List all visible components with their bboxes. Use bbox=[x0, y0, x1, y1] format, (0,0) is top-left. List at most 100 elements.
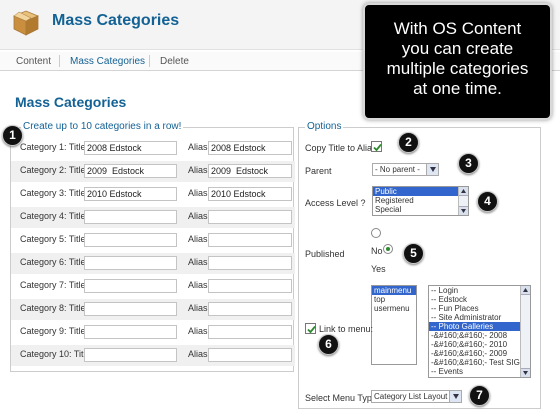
callout-box: With OS Content you can create multiple … bbox=[363, 3, 552, 120]
published-yes-label: Yes bbox=[371, 264, 386, 274]
menus-listbox[interactable]: mainmenu top usermenu bbox=[371, 285, 417, 365]
category-alias-input[interactable] bbox=[208, 325, 292, 339]
alias-label: Alias: bbox=[188, 188, 211, 198]
access-option[interactable]: Registered bbox=[373, 196, 468, 205]
category-title-input[interactable] bbox=[84, 325, 177, 339]
access-option[interactable]: Public bbox=[373, 187, 468, 196]
category-row: Category 1: Title: Alias: bbox=[11, 138, 295, 159]
category-title-input[interactable] bbox=[84, 210, 177, 224]
submenu-item-mass-categories[interactable]: Mass Categories bbox=[70, 56, 145, 67]
published-label: Published bbox=[305, 249, 345, 259]
callout-line: at one time. bbox=[413, 79, 502, 98]
submenu-item-content[interactable]: Content bbox=[16, 56, 51, 67]
category-alias-input[interactable] bbox=[208, 164, 292, 178]
menu-item-option[interactable]: -- Photo Galleries bbox=[429, 322, 530, 331]
category-title-label: Category 7: Title: bbox=[20, 280, 89, 290]
alias-label: Alias: bbox=[188, 142, 211, 152]
parent-select[interactable]: - No parent - bbox=[372, 163, 439, 176]
category-title-label: Category 5: Title: bbox=[20, 234, 89, 244]
category-alias-input[interactable] bbox=[208, 141, 292, 155]
checkmark-icon bbox=[307, 325, 316, 334]
category-title-label: Category 1: Title: bbox=[20, 142, 89, 152]
menu-items-scrollbar[interactable] bbox=[520, 286, 530, 377]
box-icon bbox=[10, 6, 42, 38]
category-row: Category 10: Title: Alias: bbox=[11, 345, 295, 366]
categories-fieldset: Create up to 10 categories in a row! Cat… bbox=[10, 121, 295, 372]
copy-title-checkbox[interactable] bbox=[371, 141, 382, 152]
access-scrollbar[interactable] bbox=[458, 187, 468, 215]
access-level-listbox[interactable]: Public Registered Special bbox=[372, 186, 469, 216]
alias-label: Alias: bbox=[188, 211, 211, 221]
step-badge: 7 bbox=[469, 385, 490, 406]
category-title-input[interactable] bbox=[84, 279, 177, 293]
category-alias-input[interactable] bbox=[208, 302, 292, 316]
copy-title-label: Copy Title to Alias bbox=[305, 143, 377, 153]
scroll-down-icon[interactable] bbox=[459, 206, 468, 215]
alias-label: Alias: bbox=[188, 280, 211, 290]
parent-select-value: - No parent - bbox=[375, 165, 420, 174]
category-title-label: Category 10: Title: bbox=[20, 349, 94, 359]
options-legend: Options bbox=[305, 121, 344, 132]
checkmark-icon bbox=[373, 143, 382, 152]
menu-type-value: Category List Layout bbox=[374, 392, 448, 401]
category-alias-input[interactable] bbox=[208, 279, 292, 293]
menu-option[interactable]: top bbox=[372, 295, 416, 304]
step-badge: 2 bbox=[398, 132, 419, 153]
category-title-input[interactable] bbox=[84, 348, 177, 362]
menu-item-option[interactable]: -&#160;&#160;- 2010 bbox=[429, 340, 530, 349]
menu-item-option[interactable]: -- Login bbox=[429, 286, 530, 295]
alias-label: Alias: bbox=[188, 349, 211, 359]
category-alias-input[interactable] bbox=[208, 187, 292, 201]
menu-item-option[interactable]: -&#160;&#160;- Test SIG bbox=[429, 358, 530, 367]
category-row: Category 5: Title: Alias: bbox=[11, 230, 295, 251]
category-row: Category 6: Title: Alias: bbox=[11, 253, 295, 274]
category-title-label: Category 4: Title: bbox=[20, 211, 89, 221]
category-title-input[interactable] bbox=[84, 302, 177, 316]
menu-option[interactable]: usermenu bbox=[372, 304, 416, 313]
menu-item-option[interactable]: -&#160;&#160;- 2009 bbox=[429, 349, 530, 358]
category-title-label: Category 8: Title: bbox=[20, 303, 89, 313]
menu-item-option[interactable]: -- Site Administrator bbox=[429, 313, 530, 322]
menu-items-listbox[interactable]: -- Login -- Edstock -- Fun Places -- Sit… bbox=[428, 285, 531, 378]
link-to-menu-checkbox[interactable] bbox=[305, 323, 316, 334]
scroll-down-icon[interactable] bbox=[521, 368, 530, 377]
category-alias-input[interactable] bbox=[208, 256, 292, 270]
published-no-radio[interactable] bbox=[371, 228, 381, 238]
submenu-divider bbox=[149, 55, 150, 67]
category-title-input[interactable] bbox=[84, 187, 177, 201]
menu-item-option[interactable]: -- Events bbox=[429, 367, 530, 376]
alias-label: Alias: bbox=[188, 165, 211, 175]
scroll-up-icon[interactable] bbox=[521, 286, 530, 295]
category-alias-input[interactable] bbox=[208, 233, 292, 247]
menu-item-option[interactable]: -- Edstock bbox=[429, 295, 530, 304]
categories-legend: Create up to 10 categories in a row! bbox=[21, 121, 184, 132]
category-title-input[interactable] bbox=[84, 256, 177, 270]
page-title: Mass Categories bbox=[15, 94, 127, 110]
step-badge: 1 bbox=[2, 125, 23, 146]
category-title-input[interactable] bbox=[84, 141, 177, 155]
callout-line: multiple categories bbox=[386, 59, 529, 78]
callout-line: you can create bbox=[401, 39, 514, 58]
chevron-down-icon bbox=[426, 164, 438, 175]
options-fieldset: Options Copy Title to Alias Parent - No … bbox=[298, 121, 541, 409]
category-title-input[interactable] bbox=[84, 233, 177, 247]
category-row: Category 8: Title: Alias: bbox=[11, 299, 295, 320]
category-title-label: Category 2: Title: bbox=[20, 165, 89, 175]
scroll-up-icon[interactable] bbox=[459, 187, 468, 196]
parent-label: Parent bbox=[305, 166, 332, 176]
menu-type-label: Select Menu Type: bbox=[305, 393, 380, 403]
category-alias-input[interactable] bbox=[208, 348, 292, 362]
callout-line: With OS Content bbox=[393, 19, 522, 38]
submenu-item-delete[interactable]: Delete bbox=[160, 56, 189, 67]
category-row: Category 3: Title: Alias: bbox=[11, 184, 295, 205]
published-yes-radio[interactable] bbox=[383, 244, 393, 254]
menu-item-option[interactable]: -- Fun Places bbox=[429, 304, 530, 313]
access-option[interactable]: Special bbox=[373, 205, 468, 214]
step-badge: 6 bbox=[318, 334, 339, 355]
menu-type-select[interactable]: Category List Layout bbox=[371, 390, 462, 403]
menu-item-option[interactable]: -&#160;&#160;- 2008 bbox=[429, 331, 530, 340]
category-title-input[interactable] bbox=[84, 164, 177, 178]
menu-option[interactable]: mainmenu bbox=[372, 286, 416, 295]
step-badge: 5 bbox=[403, 243, 424, 264]
category-alias-input[interactable] bbox=[208, 210, 292, 224]
